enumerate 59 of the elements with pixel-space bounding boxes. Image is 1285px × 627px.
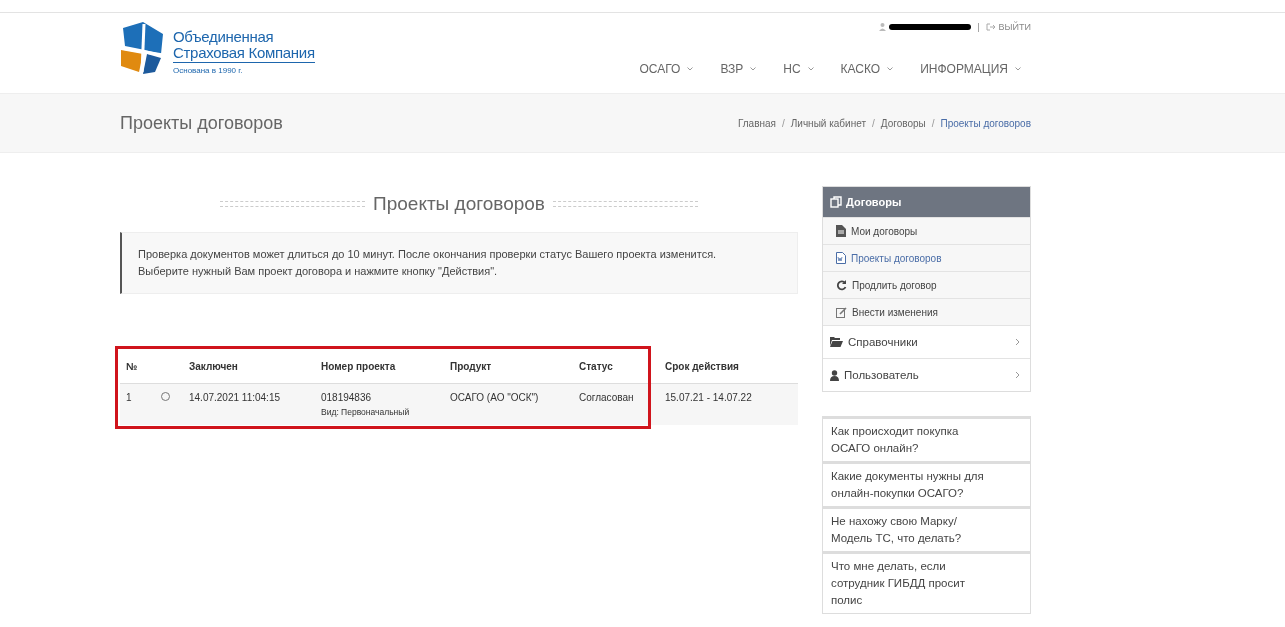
nav-menu-item[interactable]: ОСАГО xyxy=(639,62,694,76)
nav-menu-item[interactable]: ИНФОРМАЦИЯ xyxy=(920,62,1021,76)
breadcrumb-separator: / xyxy=(931,117,935,129)
nav-menu-item[interactable]: КАСКО xyxy=(840,62,894,76)
breadcrumb-separator: / xyxy=(781,117,785,129)
column-header: № xyxy=(120,346,155,384)
breadcrumb-link[interactable]: Договоры xyxy=(880,117,926,129)
chevron-down-icon xyxy=(807,67,814,71)
breadcrumb-link[interactable]: Личный кабинет xyxy=(790,117,866,129)
table-cell: 1 xyxy=(120,383,155,425)
page-title: Проекты договоров xyxy=(120,112,283,134)
notice-text: Проверка документов может длиться до 10 минут. После окончания проверки статус Вашего проекта изменится. xyxy=(138,247,718,262)
chevron-right-icon xyxy=(1015,338,1020,346)
logout-link[interactable]: ВЫЙТИ xyxy=(985,22,1031,32)
nav-menu-item[interactable]: ВЗР xyxy=(720,62,757,76)
nav-menu-item[interactable]: НС xyxy=(783,62,814,76)
folder-icon xyxy=(830,337,843,347)
chevron-down-icon xyxy=(1015,67,1021,71)
breadcrumb-separator: / xyxy=(872,117,875,129)
breadcrumb-link[interactable]: Главная xyxy=(737,117,776,129)
notice-text: Выберите нужный Вам проект договора и нажмите кнопку "Действия". xyxy=(138,264,499,279)
word-document-icon xyxy=(836,252,846,264)
sidebar-title: Договоры xyxy=(846,196,902,208)
chevron-right-icon xyxy=(1015,371,1020,379)
user-icon xyxy=(830,369,839,381)
column-header: Статус xyxy=(573,346,659,384)
column-header: Продукт xyxy=(444,346,573,384)
separator: | xyxy=(977,22,980,32)
faq-link[interactable]: Какие документы нужны для онлайн-покупки ОСАГО? xyxy=(823,461,1030,506)
chevron-down-icon xyxy=(887,67,894,71)
logout-icon xyxy=(985,23,996,31)
project-type: Вид: Первоначальный xyxy=(321,407,411,417)
edit-icon xyxy=(836,306,847,318)
refresh-icon xyxy=(836,279,847,291)
logo-title: Объединенная xyxy=(173,29,275,45)
sidebar-item[interactable]: Проекты договоров xyxy=(823,244,1030,271)
table-cell: 15.07.21 - 14.07.22 xyxy=(659,383,798,425)
breadcrumb-link[interactable]: Проекты договоров xyxy=(940,117,1031,129)
sidebar-item[interactable]: Внести изменения xyxy=(823,298,1030,325)
sidebar-item[interactable]: Продлить договор xyxy=(823,271,1030,298)
table-cell-text: 018194836 xyxy=(321,392,373,403)
logo-tagline: Основана в 1990 г. xyxy=(173,66,244,75)
sidebar-item[interactable]: Мои договоры xyxy=(823,217,1030,244)
section-title: Проекты договоров xyxy=(373,193,545,215)
table-cell: 14.07.2021 11:04:15 xyxy=(183,383,315,425)
faq-link[interactable]: Что мне делать, если сотрудник ГИБДД просит полис xyxy=(823,551,1030,613)
column-header: Номер проекта xyxy=(315,346,444,384)
user-icon xyxy=(879,23,887,31)
document-icon xyxy=(836,225,846,237)
column-header: Заключен xyxy=(183,346,315,384)
table-cell: ОСАГО (АО "ОСК") xyxy=(444,383,573,425)
column-header: Срок действия xyxy=(659,346,798,384)
copy-icon xyxy=(830,196,842,208)
faq-link[interactable]: Как происходит покупка ОСАГО онлайн? xyxy=(823,416,1030,461)
faq-link[interactable]: Не нахожу свою Марку/Модель ТС, что делать? xyxy=(823,506,1030,551)
chevron-down-icon xyxy=(750,67,757,71)
table-cell: Согласован xyxy=(573,383,659,425)
chevron-down-icon xyxy=(687,67,694,71)
logo-title: Страховая Компания xyxy=(173,45,315,63)
